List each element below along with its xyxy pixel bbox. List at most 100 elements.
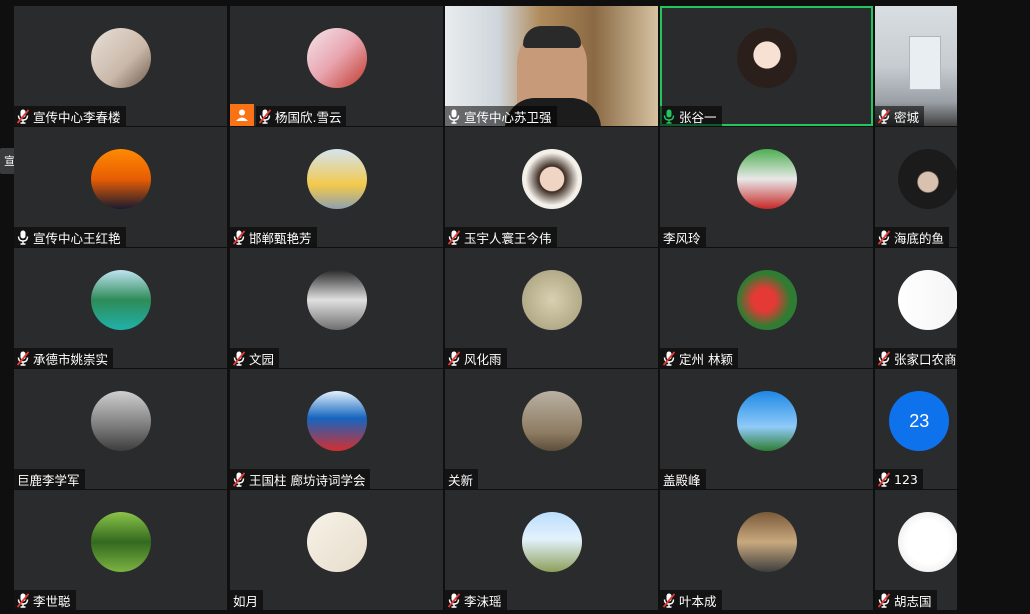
participant-tile[interactable]: 宣传中心李春楼 — [14, 6, 227, 126]
participant-name: 李世聪 — [33, 593, 71, 609]
participant-name: 叶本成 — [679, 593, 717, 609]
participant-name: 邯郸甄艳芳 — [249, 230, 312, 246]
participant-name: 张谷一 — [679, 109, 717, 125]
participant-avatar — [306, 391, 367, 451]
cabinet — [909, 36, 941, 90]
mic-muted-icon — [232, 229, 246, 245]
participant-tile[interactable]: 风化雨 — [445, 248, 658, 368]
participant-name-bar: 密城 — [875, 106, 925, 126]
participant-name-bar: 承德市姚崇实 — [14, 348, 114, 368]
participant-name-bar: 邯郸甄艳芳 — [230, 227, 317, 247]
participant-tile[interactable]: 李世聪 — [14, 490, 227, 610]
mic-muted-icon — [877, 592, 891, 608]
participant-avatar — [736, 149, 797, 209]
participant-name: 123 — [894, 471, 918, 487]
participant-tile[interactable]: 叶本成 — [660, 490, 873, 610]
participant-name-bar: 叶本成 — [660, 590, 722, 610]
participant-name: 关新 — [448, 472, 474, 488]
participant-name-bar: 定州 林颖 — [660, 348, 738, 368]
participant-name: 文园 — [249, 351, 275, 367]
participant-name-bar: 海底的鱼 — [875, 227, 950, 247]
participant-tile[interactable]: 巨鹿李学军 — [14, 369, 227, 489]
participant-avatar — [306, 149, 367, 209]
participant-tile[interactable]: 宣传中心王红艳 — [14, 127, 227, 247]
participant-name: 密城 — [894, 109, 920, 125]
participant-name-bar: 盖殿峰 — [660, 469, 706, 489]
participant-tile[interactable]: 文园 — [230, 248, 443, 368]
participant-name-bar: 巨鹿李学军 — [14, 469, 85, 489]
mic-muted-icon — [877, 350, 891, 366]
mic-muted-icon — [877, 108, 891, 124]
participant-name: 王国柱 廊坊诗词学会 — [249, 472, 366, 488]
participant-name-bar: 李沫瑶 — [445, 590, 507, 610]
participant-avatar — [90, 391, 151, 451]
mic-icon — [447, 108, 461, 124]
participant-avatar — [306, 512, 367, 572]
participant-avatar — [306, 270, 367, 330]
participant-tile[interactable]: 王国柱 廊坊诗词学会 — [230, 369, 443, 489]
participant-tile[interactable]: 胡志国 — [875, 490, 957, 610]
participant-name: 定州 林颖 — [679, 351, 733, 367]
mic-muted-icon — [16, 108, 30, 124]
participant-name-bar: 宣传中心王红艳 — [14, 227, 126, 247]
participant-avatar — [898, 512, 957, 572]
participant-name-bar: 胡志国 — [875, 590, 937, 610]
mic-muted-icon — [662, 350, 676, 366]
participant-name-bar: 123 — [875, 469, 923, 489]
participant-name: 李沫瑶 — [464, 593, 502, 609]
participant-tile[interactable]: 海底的鱼 — [875, 127, 957, 247]
participant-tile[interactable]: 定州 林颖 — [660, 248, 873, 368]
participant-hair — [523, 26, 581, 48]
participant-gallery-grid: 宣传中心李春楼 杨国欣.雪云 宣传中心苏卫强 张谷一 密城宣传中心王红艳 邯郸甄艳芳 玉宇人… — [14, 6, 1030, 614]
participant-name-bar: 杨国欣.雪云 — [256, 106, 347, 126]
participant-avatar — [90, 28, 151, 88]
participant-tile[interactable]: 23 123 — [875, 369, 957, 489]
participant-tile[interactable]: 玉宇人寰王今伟 — [445, 127, 658, 247]
participant-avatar — [898, 270, 957, 330]
participant-name: 胡志国 — [894, 593, 932, 609]
mic-muted-icon — [447, 350, 461, 366]
participant-avatar — [521, 391, 582, 451]
participant-name: 如月 — [233, 593, 259, 609]
participant-tile[interactable]: 关新 — [445, 369, 658, 489]
participant-tile[interactable]: 宣传中心苏卫强 — [445, 6, 658, 126]
mic-muted-icon — [877, 471, 891, 487]
participant-avatar — [90, 149, 151, 209]
participant-tile[interactable]: 张谷一 — [660, 6, 873, 126]
participant-name-bar: 宣传中心李春楼 — [14, 106, 126, 126]
participant-tile[interactable]: 杨国欣.雪云 — [230, 6, 443, 126]
participant-tile[interactable]: 李沫瑶 — [445, 490, 658, 610]
participant-name-bar: 王国柱 廊坊诗词学会 — [230, 469, 371, 489]
mic-muted-icon — [877, 229, 891, 245]
mic-icon — [16, 229, 30, 245]
participant-avatar — [736, 512, 797, 572]
participant-tile[interactable]: 李风玲 — [660, 127, 873, 247]
participant-name-bar: 如月 — [230, 590, 264, 610]
participant-name-bar: 宣传中心苏卫强 — [445, 106, 557, 126]
participant-tile[interactable]: 盖殿峰 — [660, 369, 873, 489]
mic-muted-icon — [258, 108, 272, 124]
mic-muted-icon — [232, 471, 246, 487]
participant-avatar: 23 — [889, 391, 950, 451]
participant-name: 承德市姚崇实 — [33, 351, 109, 367]
participant-avatar — [521, 270, 582, 330]
participant-tile[interactable]: 张家口农商银行 — [875, 248, 957, 368]
participant-name-bar: 张家口农商银行 — [875, 348, 957, 368]
participant-tile[interactable]: 承德市姚崇实 — [14, 248, 227, 368]
participant-avatar — [736, 270, 797, 330]
participant-name-bar: 张谷一 — [660, 106, 722, 126]
participant-tile[interactable]: 密城 — [875, 6, 957, 126]
mic-muted-icon — [16, 350, 30, 366]
participant-avatar — [90, 270, 151, 330]
participant-avatar — [736, 28, 797, 88]
mic-muted-icon — [447, 229, 461, 245]
participant-avatar — [521, 512, 582, 572]
participant-name: 宣传中心苏卫强 — [464, 109, 552, 125]
participant-name: 海底的鱼 — [894, 230, 945, 246]
participant-name: 李风玲 — [663, 230, 701, 246]
participant-name-bar: 玉宇人寰王今伟 — [445, 227, 557, 247]
participant-tile[interactable]: 邯郸甄艳芳 — [230, 127, 443, 247]
participant-tile[interactable]: 如月 — [230, 490, 443, 610]
participant-name: 风化雨 — [464, 351, 502, 367]
mic-muted-icon — [16, 592, 30, 608]
